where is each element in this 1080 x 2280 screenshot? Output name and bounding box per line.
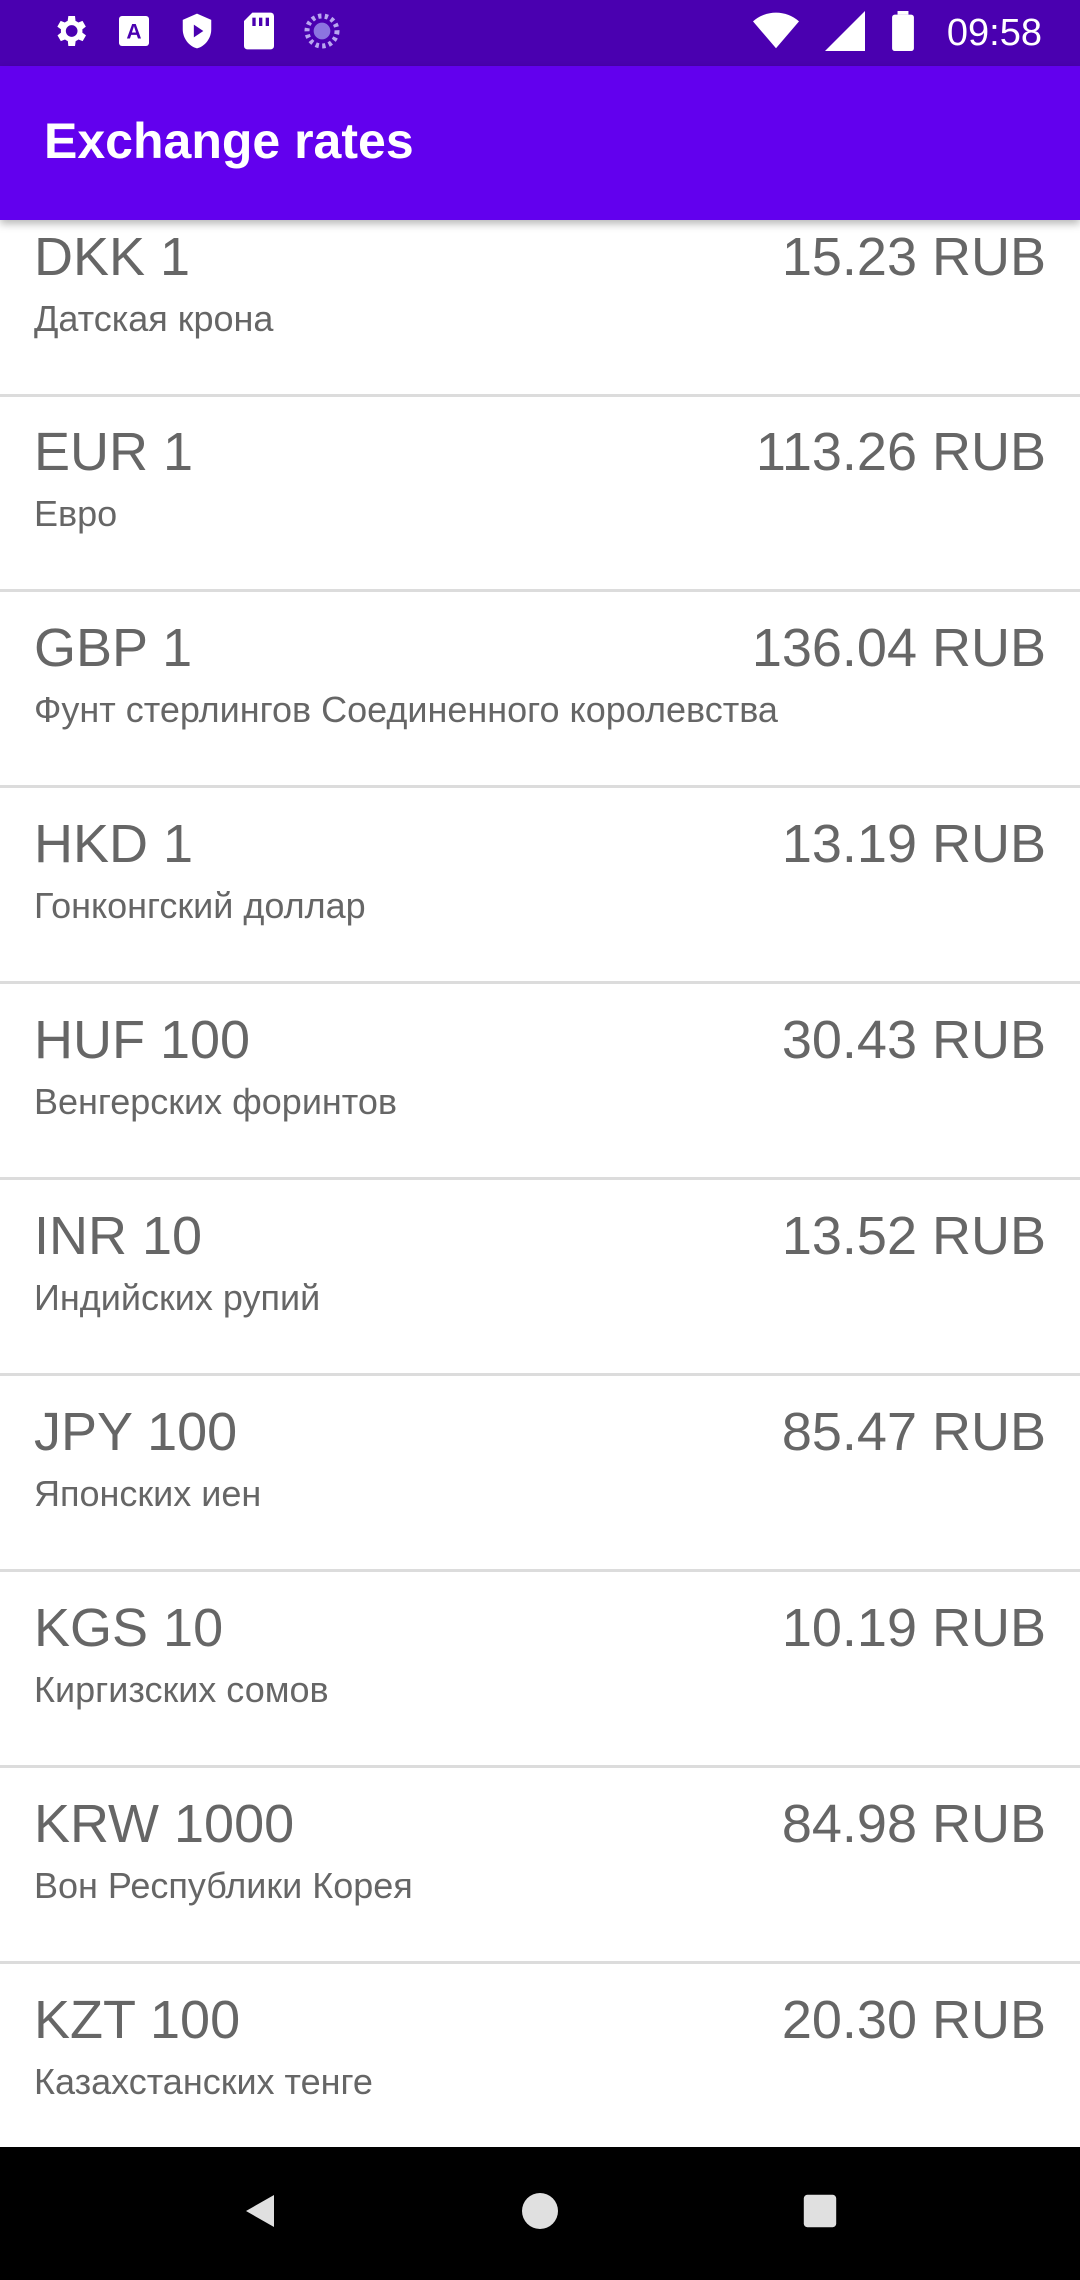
spinner-icon xyxy=(302,11,342,56)
home-button[interactable] xyxy=(480,2154,600,2274)
back-icon xyxy=(240,2191,280,2236)
currency-name: Индийских рупий xyxy=(34,1277,321,1318)
currency-code: HUF 100 xyxy=(34,1010,251,1070)
list-item[interactable]: KZT 100 20.30 RUB Казахстанских тенге xyxy=(0,1965,1080,2147)
currency-code: KRW 1000 xyxy=(34,1794,295,1854)
currency-rate: 113.26 RUB xyxy=(755,422,1046,482)
currency-name: Датская крона xyxy=(34,298,274,339)
currency-name: Гонконгский доллар xyxy=(34,885,366,926)
signal-icon xyxy=(824,10,865,56)
currency-rate: 10.19 RUB xyxy=(781,1598,1046,1658)
currency-name: Киргизских сомов xyxy=(34,1669,329,1710)
shield-play-icon xyxy=(178,11,216,56)
list-item[interactable]: HUF 100 30.43 RUB Венгерских форинтов xyxy=(0,985,1080,1180)
currency-code: DKK 1 xyxy=(34,227,191,287)
currency-name: Евро xyxy=(34,493,118,534)
currency-name: Японских иен xyxy=(34,1473,262,1514)
currency-rate: 136.04 RUB xyxy=(751,618,1046,678)
currency-code: INR 10 xyxy=(34,1206,203,1266)
currency-rate: 13.52 RUB xyxy=(781,1206,1046,1266)
sd-card-icon xyxy=(242,11,276,56)
home-icon xyxy=(520,2191,560,2236)
currency-name: Фунт стерлингов Соединенного королевства xyxy=(34,689,778,730)
status-bar: A 09:58 xyxy=(0,0,1080,66)
currency-rate: 20.30 RUB xyxy=(781,1990,1046,2050)
currency-code: KGS 10 xyxy=(34,1598,224,1658)
list-item[interactable]: KRW 1000 84.98 RUB Вон Республики Корея xyxy=(0,1769,1080,1964)
list-item[interactable]: JPY 100 85.47 RUB Японских иен xyxy=(0,1377,1080,1572)
list-item[interactable]: INR 10 13.52 RUB Индийских рупий xyxy=(0,1181,1080,1376)
font-a-icon: A xyxy=(116,13,152,54)
currency-name: Вон Республики Корея xyxy=(34,1865,413,1906)
list-item[interactable]: GBP 1 136.04 RUB Фунт стерлингов Соедине… xyxy=(0,593,1080,788)
list-item[interactable]: EUR 1 113.26 RUB Евро xyxy=(0,397,1080,592)
page-title: Exchange rates xyxy=(44,113,414,169)
currency-code: EUR 1 xyxy=(34,422,194,482)
currency-rate: 13.19 RUB xyxy=(781,814,1046,874)
recents-button[interactable] xyxy=(760,2154,880,2274)
app-bar: Exchange rates xyxy=(0,66,1080,220)
currency-rate: 30.43 RUB xyxy=(781,1010,1046,1070)
recents-icon xyxy=(802,2193,838,2234)
battery-icon xyxy=(891,10,915,56)
currency-rate: 85.47 RUB xyxy=(781,1402,1046,1462)
exchange-rate-list[interactable]: DKK 1 15.23 RUB Датская крона EUR 1 113.… xyxy=(0,220,1080,2147)
status-icons-right: 09:58 xyxy=(752,10,1042,56)
list-item[interactable]: DKK 1 15.23 RUB Датская крона xyxy=(0,220,1080,397)
status-icons-left: A xyxy=(50,11,342,56)
currency-rate: 15.23 RUB xyxy=(781,227,1046,287)
list-item[interactable]: HKD 1 13.19 RUB Гонконгский доллар xyxy=(0,789,1080,984)
currency-code: GBP 1 xyxy=(34,618,193,678)
back-button[interactable] xyxy=(200,2154,320,2274)
gear-icon xyxy=(50,11,90,56)
currency-name: Казахстанских тенге xyxy=(34,2061,373,2102)
svg-text:A: A xyxy=(126,20,141,43)
currency-code: JPY 100 xyxy=(34,1402,238,1462)
wifi-icon xyxy=(752,11,799,56)
currency-code: KZT 100 xyxy=(34,1990,241,2050)
navigation-bar xyxy=(0,2147,1080,2280)
currency-name: Венгерских форинтов xyxy=(34,1081,398,1122)
currency-rate: 84.98 RUB xyxy=(781,1794,1046,1854)
status-time: 09:58 xyxy=(946,11,1042,54)
currency-code: HKD 1 xyxy=(34,814,194,874)
list-item[interactable]: KGS 10 10.19 RUB Киргизских сомов xyxy=(0,1573,1080,1768)
